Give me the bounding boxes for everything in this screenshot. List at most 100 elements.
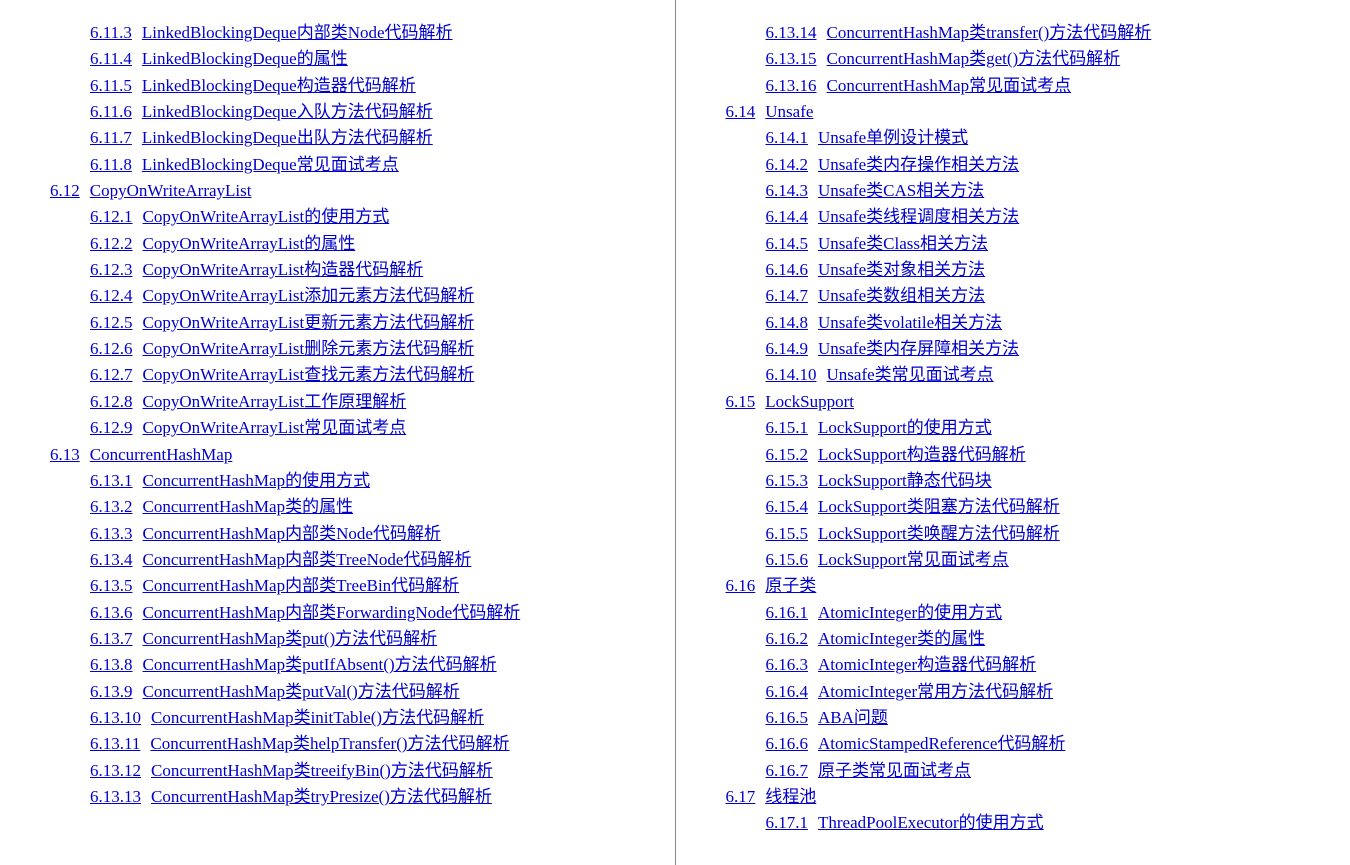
toc-link[interactable]: 6.13.14 ConcurrentHashMap类transfer()方法代码… [766, 23, 1152, 42]
toc-link[interactable]: 6.12.5 CopyOnWriteArrayList更新元素方法代码解析 [90, 313, 474, 332]
toc-link[interactable]: 6.13.11 ConcurrentHashMap类helpTransfer()… [90, 734, 510, 753]
toc-link[interactable]: 6.13.10 ConcurrentHashMap类initTable()方法代… [90, 708, 484, 727]
toc-link[interactable]: 6.13.16 ConcurrentHashMap常见面试考点 [766, 76, 1072, 95]
toc-link[interactable]: 6.13.8 ConcurrentHashMap类putIfAbsent()方法… [90, 655, 497, 674]
toc-link[interactable]: 6.16.1 AtomicInteger的使用方式 [766, 603, 1003, 622]
toc-link[interactable]: 6.16 原子类 [726, 576, 817, 595]
toc-link[interactable]: 6.16.3 AtomicInteger构造器代码解析 [766, 655, 1037, 674]
toc-link[interactable]: 6.11.4 LinkedBlockingDeque的属性 [90, 49, 348, 68]
toc-number: 6.14.7 [766, 286, 809, 305]
toc-link[interactable]: 6.14.3 Unsafe类CAS相关方法 [766, 181, 985, 200]
toc-link[interactable]: 6.17 线程池 [726, 787, 817, 806]
toc-number: 6.11.7 [90, 128, 132, 147]
toc-link[interactable]: 6.14.9 Unsafe类内存屏障相关方法 [766, 339, 1020, 358]
toc-number: 6.16.1 [766, 603, 809, 622]
toc-number: 6.11.5 [90, 76, 132, 95]
toc-link[interactable]: 6.13.2 ConcurrentHashMap类的属性 [90, 497, 353, 516]
toc-link[interactable]: 6.11.3 LinkedBlockingDeque内部类Node代码解析 [90, 23, 453, 42]
toc-link[interactable]: 6.14.7 Unsafe类数组相关方法 [766, 286, 986, 305]
toc-entry: 6.14.3 Unsafe类CAS相关方法 [726, 178, 1301, 204]
toc-link[interactable]: 6.14.10 Unsafe类常见面试考点 [766, 365, 994, 384]
toc-link[interactable]: 6.11.8 LinkedBlockingDeque常见面试考点 [90, 155, 399, 174]
toc-link[interactable]: 6.14.4 Unsafe类线程调度相关方法 [766, 207, 1020, 226]
toc-entry: 6.13.16 ConcurrentHashMap常见面试考点 [726, 73, 1301, 99]
toc-link[interactable]: 6.13.13 ConcurrentHashMap类tryPresize()方法… [90, 787, 492, 806]
toc-link[interactable]: 6.15.1 LockSupport的使用方式 [766, 418, 992, 437]
toc-link[interactable]: 6.13.12 ConcurrentHashMap类treeifyBin()方法… [90, 761, 493, 780]
toc-text: LinkedBlockingDeque的属性 [142, 49, 348, 68]
toc-link[interactable]: 6.12.9 CopyOnWriteArrayList常见面试考点 [90, 418, 406, 437]
toc-number: 6.14.3 [766, 181, 809, 200]
toc-gap [808, 810, 818, 836]
toc-number: 6.15.3 [766, 471, 809, 490]
toc-link[interactable]: 6.16.5 ABA问题 [766, 708, 888, 727]
toc-number: 6.13.16 [766, 76, 817, 95]
toc-link[interactable]: 6.15.5 LockSupport类唤醒方法代码解析 [766, 524, 1060, 543]
toc-number: 6.15.1 [766, 418, 809, 437]
toc-number: 6.11.6 [90, 102, 132, 121]
toc-entry: 6.13.7 ConcurrentHashMap类put()方法代码解析 [50, 626, 625, 652]
toc-entry: 6.13.13 ConcurrentHashMap类tryPresize()方法… [50, 784, 625, 810]
toc-link[interactable]: 6.13.7 ConcurrentHashMap类put()方法代码解析 [90, 629, 437, 648]
toc-number: 6.15.4 [766, 497, 809, 516]
toc-link[interactable]: 6.13.15 ConcurrentHashMap类get()方法代码解析 [766, 49, 1121, 68]
toc-entry: 6.12.4 CopyOnWriteArrayList添加元素方法代码解析 [50, 283, 625, 309]
toc-link[interactable]: 6.17.1 ThreadPoolExecutor的使用方式 [766, 813, 1044, 832]
toc-number: 6.13.11 [90, 734, 140, 753]
toc-link[interactable]: 6.13.1 ConcurrentHashMap的使用方式 [90, 471, 370, 490]
toc-number: 6.13 [50, 445, 80, 464]
toc-text: ConcurrentHashMap常见面试考点 [827, 76, 1072, 95]
toc-link[interactable]: 6.16.4 AtomicInteger常用方法代码解析 [766, 682, 1054, 701]
toc-gap [755, 389, 765, 415]
toc-link[interactable]: 6.16.2 AtomicInteger类的属性 [766, 629, 986, 648]
toc-link[interactable]: 6.13.9 ConcurrentHashMap类putVal()方法代码解析 [90, 682, 460, 701]
toc-link[interactable]: 6.12.3 CopyOnWriteArrayList构造器代码解析 [90, 260, 423, 279]
toc-link[interactable]: 6.12 CopyOnWriteArrayList [50, 181, 251, 200]
toc-link[interactable]: 6.14.2 Unsafe类内存操作相关方法 [766, 155, 1020, 174]
toc-link[interactable]: 6.12.4 CopyOnWriteArrayList添加元素方法代码解析 [90, 286, 474, 305]
toc-link[interactable]: 6.15 LockSupport [726, 392, 855, 411]
toc-link[interactable]: 6.13.6 ConcurrentHashMap内部类ForwardingNod… [90, 603, 520, 622]
toc-entry: 6.17 线程池 [726, 784, 1301, 810]
toc-text: LockSupport构造器代码解析 [818, 445, 1026, 464]
toc-link[interactable]: 6.15.3 LockSupport静态代码块 [766, 471, 992, 490]
toc-gap [808, 705, 818, 731]
toc-link[interactable]: 6.13.4 ConcurrentHashMap内部类TreeNode代码解析 [90, 550, 471, 569]
toc-link[interactable]: 6.11.5 LinkedBlockingDeque构造器代码解析 [90, 76, 416, 95]
toc-link[interactable]: 6.14.6 Unsafe类对象相关方法 [766, 260, 986, 279]
toc-text: ConcurrentHashMap类putVal()方法代码解析 [143, 682, 460, 701]
toc-link[interactable]: 6.12.8 CopyOnWriteArrayList工作原理解析 [90, 392, 406, 411]
toc-link[interactable]: 6.12.2 CopyOnWriteArrayList的属性 [90, 234, 355, 253]
toc-number: 6.17 [726, 787, 756, 806]
toc-link[interactable]: 6.14 Unsafe [726, 102, 814, 121]
toc-link[interactable]: 6.13 ConcurrentHashMap [50, 445, 232, 464]
toc-number: 6.14.8 [766, 313, 809, 332]
toc-link[interactable]: 6.13.5 ConcurrentHashMap内部类TreeBin代码解析 [90, 576, 459, 595]
toc-text: LockSupport类阻塞方法代码解析 [818, 497, 1060, 516]
toc-link[interactable]: 6.15.4 LockSupport类阻塞方法代码解析 [766, 497, 1060, 516]
toc-link[interactable]: 6.12.1 CopyOnWriteArrayList的使用方式 [90, 207, 389, 226]
toc-link[interactable]: 6.11.7 LinkedBlockingDeque出队方法代码解析 [90, 128, 433, 147]
toc-text: ConcurrentHashMap内部类TreeBin代码解析 [143, 576, 460, 595]
toc-link[interactable]: 6.16.6 AtomicStampedReference代码解析 [766, 734, 1066, 753]
toc-link[interactable]: 6.14.8 Unsafe类volatile相关方法 [766, 313, 1003, 332]
toc-gap [132, 73, 142, 99]
toc-link[interactable]: 6.15.6 LockSupport常见面试考点 [766, 550, 1009, 569]
toc-text: Unsafe类内存屏障相关方法 [818, 339, 1019, 358]
toc-link[interactable]: 6.15.2 LockSupport构造器代码解析 [766, 445, 1026, 464]
toc-gap [133, 283, 143, 309]
toc-text: ConcurrentHashMap类get()方法代码解析 [827, 49, 1121, 68]
toc-text: Unsafe类常见面试考点 [827, 365, 994, 384]
toc-link[interactable]: 6.12.6 CopyOnWriteArrayList删除元素方法代码解析 [90, 339, 474, 358]
toc-link[interactable]: 6.16.7 原子类常见面试考点 [766, 761, 972, 780]
toc-entry: 6.13.2 ConcurrentHashMap类的属性 [50, 494, 625, 520]
toc-text: CopyOnWriteArrayList查找元素方法代码解析 [143, 365, 475, 384]
toc-link[interactable]: 6.14.5 Unsafe类Class相关方法 [766, 234, 988, 253]
toc-link[interactable]: 6.14.1 Unsafe单例设计模式 [766, 128, 969, 147]
toc-link[interactable]: 6.11.6 LinkedBlockingDeque入队方法代码解析 [90, 102, 433, 121]
toc-link[interactable]: 6.13.3 ConcurrentHashMap内部类Node代码解析 [90, 524, 441, 543]
toc-text: CopyOnWriteArrayList添加元素方法代码解析 [143, 286, 475, 305]
toc-number: 6.11.4 [90, 49, 132, 68]
toc-link[interactable]: 6.12.7 CopyOnWriteArrayList查找元素方法代码解析 [90, 365, 474, 384]
toc-number: 6.13.8 [90, 655, 133, 674]
